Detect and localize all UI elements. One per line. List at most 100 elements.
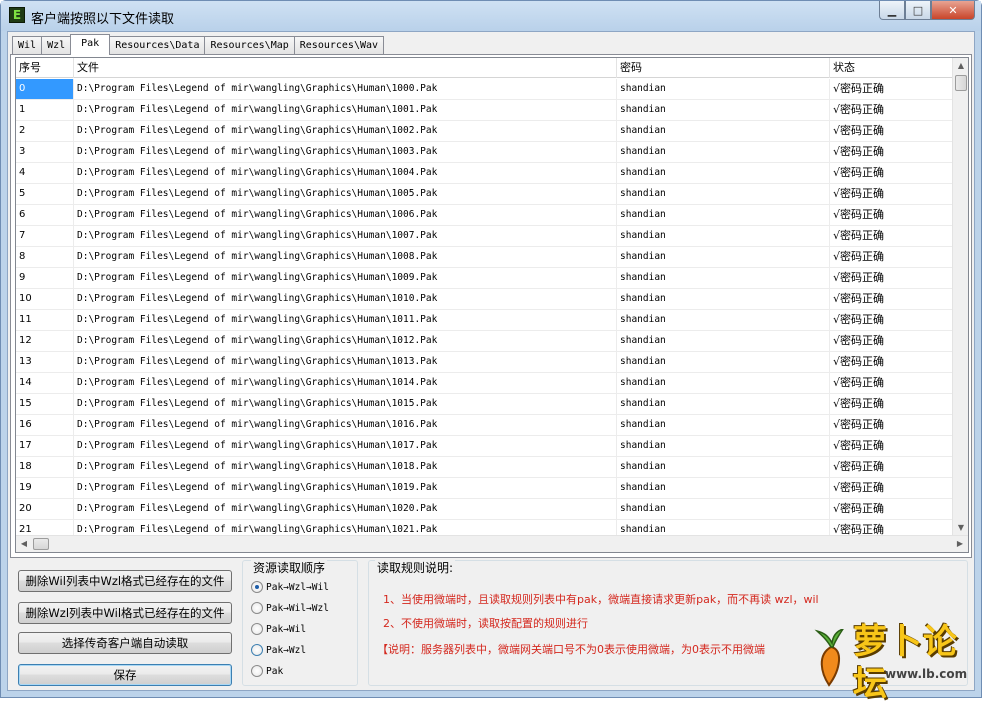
vertical-scroll-thumb[interactable] <box>955 75 967 91</box>
scroll-right-icon[interactable]: ▶ <box>952 536 968 552</box>
radio-icon[interactable] <box>251 623 263 635</box>
radio-icon[interactable] <box>251 665 263 677</box>
tab-wil[interactable]: Wil <box>12 36 43 54</box>
table-row[interactable]: 7 D:\Program Files\Legend of mir\wangling… <box>16 226 954 247</box>
row-file-path: D:\Program Files\Legend of mir\wangling\… <box>74 100 617 120</box>
auto-read-client-button[interactable]: 选择传奇客户端自动读取 <box>18 632 232 654</box>
row-password: shandian <box>617 268 830 288</box>
app-icon: E <box>9 7 25 23</box>
table-row[interactable]: 9 D:\Program Files\Legend of mir\wangling… <box>16 268 954 289</box>
table-row[interactable]: 0 D:\Program Files\Legend of mir\wangling… <box>16 79 954 100</box>
radio-icon[interactable] <box>251 581 263 593</box>
read-order-option[interactable]: Pak→Wil→Wzl <box>251 600 329 616</box>
table-row[interactable]: 16 D:\Program Files\Legend of mir\wanglin… <box>16 415 954 436</box>
read-order-option[interactable]: Pak→Wzl→Wil <box>251 579 329 595</box>
row-index: 8 <box>16 247 74 267</box>
save-button[interactable]: 保存 <box>18 664 232 686</box>
scroll-down-icon[interactable]: ▼ <box>953 520 968 536</box>
table-row[interactable]: 1 D:\Program Files\Legend of mir\wangling… <box>16 100 954 121</box>
row-file-path: D:\Program Files\Legend of mir\wangling\… <box>74 247 617 267</box>
table-row[interactable]: 20 D:\Program Files\Legend of mir\wanglin… <box>16 499 954 520</box>
scroll-left-icon[interactable]: ◀ <box>16 536 32 552</box>
tab-pak[interactable]: Pak <box>70 34 111 55</box>
tab-wzl[interactable]: Wzl <box>41 36 72 54</box>
read-order-option-label: Pak→Wil <box>266 623 307 635</box>
vertical-scrollbar[interactable]: ▲ ▼ <box>952 58 968 536</box>
table-row[interactable]: 17 D:\Program Files\Legend of mir\wanglin… <box>16 436 954 457</box>
maximize-button[interactable]: □ <box>905 1 931 20</box>
row-password: shandian <box>617 121 830 141</box>
horizontal-scrollbar[interactable]: ◀ ▶ <box>16 535 968 552</box>
rule-line-2: 2、不使用微端时，读取按配置的规则进行 <box>383 617 588 630</box>
row-file-path: D:\Program Files\Legend of mir\wangling\… <box>74 289 617 309</box>
row-file-path: D:\Program Files\Legend of mir\wangling\… <box>74 499 617 519</box>
rule-line-1: 1、当使用微端时，且读取规则列表中有pak，微端直接请求更新pak，而不再读 w… <box>383 593 819 606</box>
table-row[interactable]: 14 D:\Program Files\Legend of mir\wanglin… <box>16 373 954 394</box>
row-status: √密码正确 <box>830 268 954 288</box>
tab-resources-wav[interactable]: Resources\Wav <box>293 36 385 54</box>
horizontal-scroll-thumb[interactable] <box>33 538 49 550</box>
row-index: 6 <box>16 205 74 225</box>
row-status: √密码正确 <box>830 436 954 456</box>
row-status: √密码正确 <box>830 310 954 330</box>
read-order-option[interactable]: Pak→Wzl <box>251 642 306 658</box>
watermark-url: www.lb.com <box>885 667 968 681</box>
row-index: 20 <box>16 499 74 519</box>
table-row[interactable]: 15 D:\Program Files\Legend of mir\wanglin… <box>16 394 954 415</box>
row-index: 12 <box>16 331 74 351</box>
table-row[interactable]: 13 D:\Program Files\Legend of mir\wanglin… <box>16 352 954 373</box>
delete-wil-duplicates-button[interactable]: 删除Wil列表中Wzl格式已经存在的文件 <box>18 570 232 592</box>
table-row[interactable]: 5 D:\Program Files\Legend of mir\wangling… <box>16 184 954 205</box>
column-header-index[interactable]: 序号 <box>16 58 74 78</box>
table-row[interactable]: 11 D:\Program Files\Legend of mir\wanglin… <box>16 310 954 331</box>
table-row[interactable]: 3 D:\Program Files\Legend of mir\wangling… <box>16 142 954 163</box>
row-password: shandian <box>617 352 830 372</box>
row-status: √密码正确 <box>830 142 954 162</box>
row-file-path: D:\Program Files\Legend of mir\wangling\… <box>74 79 617 99</box>
row-file-path: D:\Program Files\Legend of mir\wangling\… <box>74 394 617 414</box>
radio-icon[interactable] <box>251 644 263 656</box>
row-password: shandian <box>617 373 830 393</box>
row-file-path: D:\Program Files\Legend of mir\wangling\… <box>74 268 617 288</box>
row-index: 9 <box>16 268 74 288</box>
read-order-option[interactable]: Pak→Wil <box>251 621 306 637</box>
column-header-password[interactable]: 密码 <box>617 58 830 78</box>
table-row[interactable]: 8 D:\Program Files\Legend of mir\wangling… <box>16 247 954 268</box>
row-password: shandian <box>617 310 830 330</box>
row-index: 14 <box>16 373 74 393</box>
row-index: 17 <box>16 436 74 456</box>
column-header-file[interactable]: 文件 <box>74 58 617 78</box>
table-row[interactable]: 10 D:\Program Files\Legend of mir\wanglin… <box>16 289 954 310</box>
row-file-path: D:\Program Files\Legend of mir\wangling\… <box>74 436 617 456</box>
read-order-option[interactable]: Pak <box>251 663 283 679</box>
row-password: shandian <box>617 163 830 183</box>
row-index: 5 <box>16 184 74 204</box>
watermark-text: 萝卜论坛 <box>853 622 958 704</box>
rule-line-3: 【说明：服务器列表中，微端网关端口号不为0表示使用微端，为0表示不用微端 <box>377 643 765 656</box>
radio-icon[interactable] <box>251 602 263 614</box>
row-index: 0 <box>16 79 74 99</box>
table-row[interactable]: 2 D:\Program Files\Legend of mir\wangling… <box>16 121 954 142</box>
row-status: √密码正确 <box>830 121 954 141</box>
row-file-path: D:\Program Files\Legend of mir\wangling\… <box>74 184 617 204</box>
row-password: shandian <box>617 289 830 309</box>
table-row[interactable]: 12 D:\Program Files\Legend of mir\wanglin… <box>16 331 954 352</box>
table-row[interactable]: 18 D:\Program Files\Legend of mir\wanglin… <box>16 457 954 478</box>
tab-resources-map[interactable]: Resources\Map <box>204 36 295 54</box>
table-row[interactable]: 6 D:\Program Files\Legend of mir\wangling… <box>16 205 954 226</box>
row-status: √密码正确 <box>830 184 954 204</box>
row-index: 16 <box>16 415 74 435</box>
scroll-up-icon[interactable]: ▲ <box>953 58 968 74</box>
tab-resources-data[interactable]: Resources\Data <box>109 36 206 54</box>
table-row[interactable]: 19 D:\Program Files\Legend of mir\wanglin… <box>16 478 954 499</box>
minimize-button[interactable]: ▁ <box>879 1 905 20</box>
read-order-option-label: Pak <box>266 665 284 677</box>
row-password: shandian <box>617 79 830 99</box>
row-file-path: D:\Program Files\Legend of mir\wangling\… <box>74 373 617 393</box>
read-order-title: 资源读取顺序 <box>251 559 328 576</box>
close-button[interactable]: ✕ <box>931 1 975 20</box>
delete-wzl-duplicates-button[interactable]: 删除Wzl列表中Wil格式已经存在的文件 <box>18 602 232 624</box>
title-bar[interactable]: E 客户端按照以下文件读取 ▁ □ ✕ <box>1 1 981 31</box>
table-row[interactable]: 4 D:\Program Files\Legend of mir\wangling… <box>16 163 954 184</box>
column-header-status[interactable]: 状态 <box>830 58 954 78</box>
